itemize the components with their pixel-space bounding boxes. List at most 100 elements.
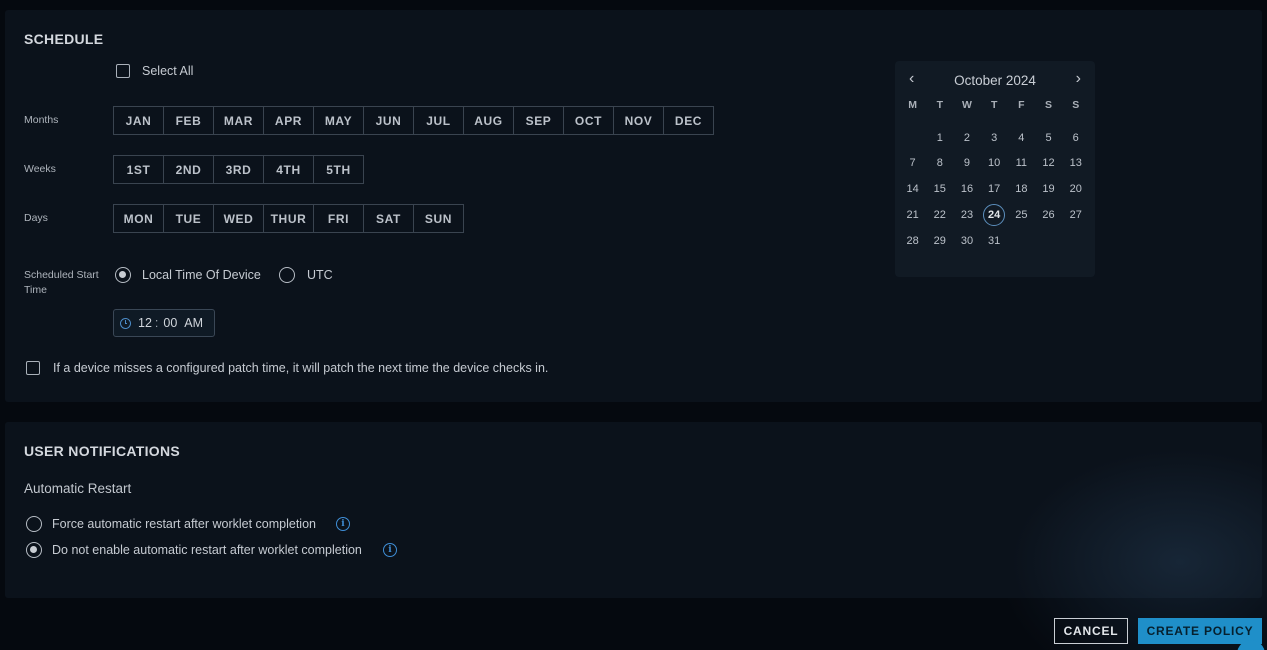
week-5th-button[interactable]: 5TH <box>313 155 364 184</box>
automatic-restart-label: Automatic Restart <box>24 481 132 496</box>
month-oct-button[interactable]: OCT <box>563 106 614 135</box>
calendar-day[interactable]: 3 <box>981 125 1008 151</box>
calendar-weekday-header: S <box>1045 99 1053 111</box>
force-restart-label: Force automatic restart after worklet co… <box>52 517 316 531</box>
calendar-day[interactable]: 26 <box>1035 202 1062 228</box>
calendar-day[interactable]: 14 <box>899 176 926 202</box>
month-mar-button[interactable]: MAR <box>213 106 264 135</box>
calendar-day[interactable]: 1 <box>926 125 953 151</box>
calendar-day[interactable]: 29 <box>926 228 953 254</box>
month-dec-button[interactable]: DEC <box>663 106 714 135</box>
month-jun-button[interactable]: JUN <box>363 106 414 135</box>
disable-restart-radio[interactable] <box>26 542 42 558</box>
calendar-day[interactable]: 16 <box>953 176 980 202</box>
clock-icon <box>120 317 131 329</box>
tz-local-radio[interactable] <box>115 267 131 283</box>
calendar-day-today[interactable]: 24 <box>981 202 1008 228</box>
info-icon[interactable]: i <box>383 543 397 557</box>
time-hour[interactable]: 12 <box>138 316 152 330</box>
calendar-day[interactable]: 25 <box>1008 202 1035 228</box>
weeks-label: Weeks <box>24 163 56 175</box>
calendar-day[interactable]: 10 <box>981 151 1008 177</box>
cancel-button[interactable]: CANCEL <box>1054 618 1128 644</box>
day-tue-button[interactable]: TUE <box>163 204 214 233</box>
calendar-weekday-header: T <box>990 99 998 111</box>
month-nov-button[interactable]: NOV <box>613 106 664 135</box>
day-wed-button[interactable]: WED <box>213 204 264 233</box>
time-minute[interactable]: 00 <box>163 316 177 330</box>
calendar-day[interactable]: 11 <box>1008 151 1035 177</box>
calendar-day[interactable]: 19 <box>1035 176 1062 202</box>
info-icon[interactable]: i <box>336 517 350 531</box>
weeks-button-group: 1ST 2ND 3RD 4TH 5TH <box>113 155 364 184</box>
calendar-day[interactable]: 23 <box>953 202 980 228</box>
calendar-weekday-header: F <box>1018 99 1025 111</box>
start-time-input[interactable]: 12 : 00 AM <box>113 309 215 337</box>
day-mon-button[interactable]: MON <box>113 204 164 233</box>
week-4th-button[interactable]: 4TH <box>263 155 314 184</box>
months-label: Months <box>24 114 59 126</box>
month-jul-button[interactable]: JUL <box>413 106 464 135</box>
missed-patch-label: If a device misses a configured patch ti… <box>53 361 549 375</box>
calendar-day[interactable]: 18 <box>1008 176 1035 202</box>
week-2nd-button[interactable]: 2ND <box>163 155 214 184</box>
missed-patch-checkbox[interactable] <box>26 361 40 375</box>
day-thur-button[interactable]: THUR <box>263 204 314 233</box>
calendar-day[interactable]: 9 <box>953 151 980 177</box>
calendar-day[interactable]: 31 <box>981 228 1008 254</box>
time-ampm[interactable]: AM <box>184 316 203 330</box>
calendar-day[interactable]: 21 <box>899 202 926 228</box>
calendar-day[interactable]: 28 <box>899 228 926 254</box>
month-sep-button[interactable]: SEP <box>513 106 564 135</box>
calendar-day[interactable]: 7 <box>899 151 926 177</box>
days-button-group: MON TUE WED THUR FRI SAT SUN <box>113 204 464 233</box>
week-3rd-button[interactable]: 3RD <box>213 155 264 184</box>
calendar-weekday-header: T <box>936 99 943 111</box>
calendar-weekday-header: S <box>1072 99 1080 111</box>
month-jan-button[interactable]: JAN <box>113 106 164 135</box>
calendar-day[interactable]: 27 <box>1062 202 1089 228</box>
day-fri-button[interactable]: FRI <box>313 204 364 233</box>
schedule-panel: SCHEDULE Select All Months JAN FEB MAR APR M… <box>5 10 1262 402</box>
calendar-grid: M T W T F S S 1 2 3 4 5 6 7 8 9 10 11 12 13 14 15 16 17 18 19 20 21… <box>899 99 1089 254</box>
time-separator: : <box>154 316 159 330</box>
calendar-day[interactable]: 8 <box>926 151 953 177</box>
calendar-day[interactable]: 30 <box>953 228 980 254</box>
calendar-day[interactable]: 5 <box>1035 125 1062 151</box>
select-all-label: Select All <box>142 64 194 78</box>
month-aug-button[interactable]: AUG <box>463 106 514 135</box>
calendar: ‹ October 2024 › M T W T F S S 1 2 3 4 5 6 7 8 9 10 11 12 1… <box>895 61 1095 277</box>
create-policy-button[interactable]: CREATE POLICY <box>1138 618 1262 644</box>
month-apr-button[interactable]: APR <box>263 106 314 135</box>
user-notifications-panel: USER NOTIFICATIONS Automatic Restart For… <box>5 422 1262 598</box>
day-sun-button[interactable]: SUN <box>413 204 464 233</box>
calendar-month-label: October 2024 <box>954 73 1036 88</box>
tz-utc-radio[interactable] <box>279 267 295 283</box>
month-may-button[interactable]: MAY <box>313 106 364 135</box>
calendar-day[interactable]: 22 <box>926 202 953 228</box>
calendar-day[interactable]: 20 <box>1062 176 1089 202</box>
chevron-right-icon[interactable]: › <box>1076 70 1081 88</box>
page: SCHEDULE Select All Months JAN FEB MAR APR M… <box>0 0 1267 650</box>
months-button-group: JAN FEB MAR APR MAY JUN JUL AUG SEP OCT NOV DEC <box>113 106 714 135</box>
month-feb-button[interactable]: FEB <box>163 106 214 135</box>
calendar-day[interactable]: 17 <box>981 176 1008 202</box>
calendar-day[interactable]: 2 <box>953 125 980 151</box>
calendar-weekday-header: W <box>962 99 972 111</box>
calendar-day[interactable]: 13 <box>1062 151 1089 177</box>
notifications-title: USER NOTIFICATIONS <box>24 443 181 459</box>
select-all-checkbox[interactable] <box>116 64 130 78</box>
schedule-title: SCHEDULE <box>24 31 104 47</box>
disable-restart-label: Do not enable automatic restart after wo… <box>52 543 362 557</box>
days-label: Days <box>24 212 48 224</box>
calendar-day[interactable]: 4 <box>1008 125 1035 151</box>
week-1st-button[interactable]: 1ST <box>113 155 164 184</box>
day-sat-button[interactable]: SAT <box>363 204 414 233</box>
tz-utc-label: UTC <box>307 268 333 282</box>
calendar-day[interactable]: 12 <box>1035 151 1062 177</box>
force-restart-radio[interactable] <box>26 516 42 532</box>
calendar-day[interactable]: 6 <box>1062 125 1089 151</box>
calendar-empty-cell <box>899 125 926 151</box>
calendar-day[interactable]: 15 <box>926 176 953 202</box>
tz-local-label: Local Time Of Device <box>142 268 261 282</box>
